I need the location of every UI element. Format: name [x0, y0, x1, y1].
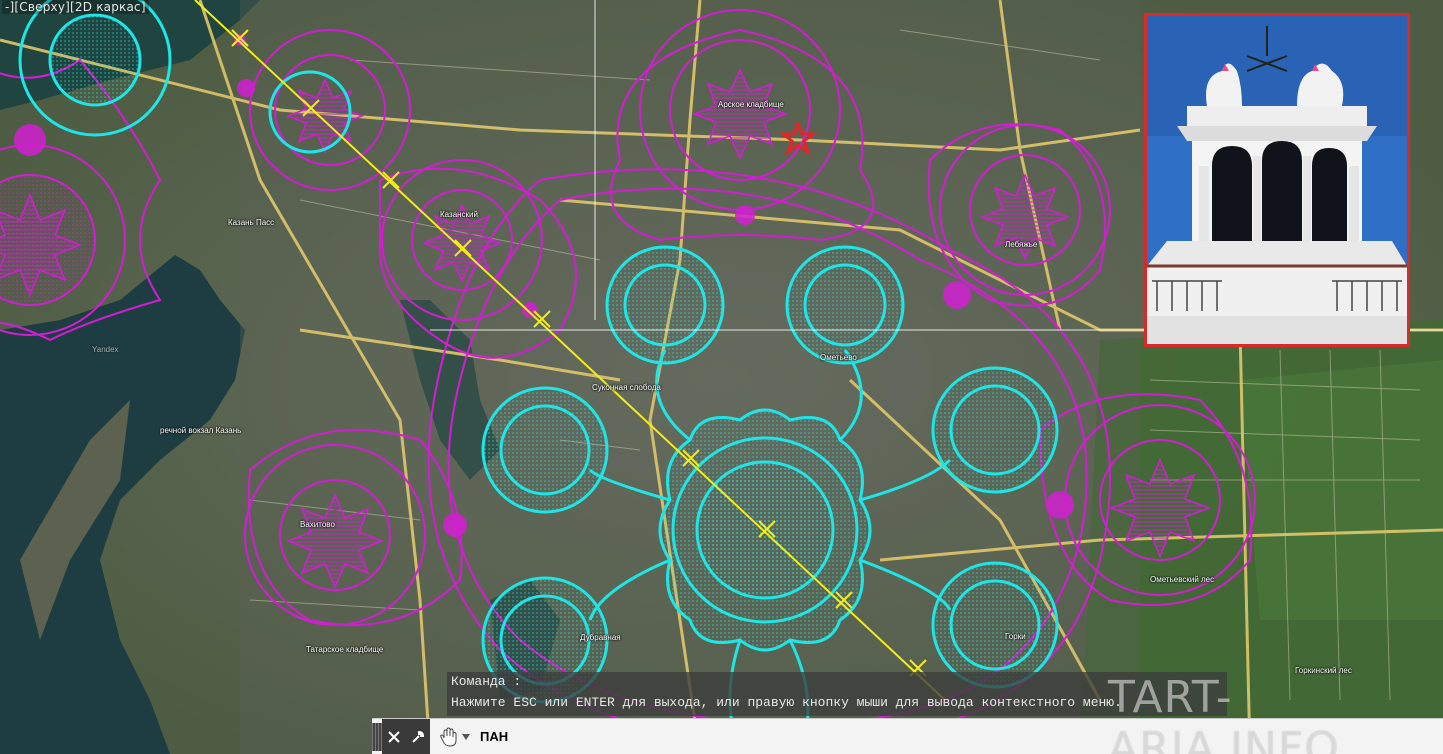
map-label: Арское кладбище [718, 100, 784, 109]
map-label: Горки [1005, 632, 1026, 641]
forest-area [1240, 360, 1443, 620]
map-label: Казанский [440, 210, 478, 219]
map-label: Ометьево [820, 353, 857, 362]
map-label: Ометьевский лес [1150, 575, 1215, 584]
command-history-title: Команда : [451, 674, 522, 689]
map-label: Вахитово [300, 520, 335, 529]
map-label: Лебяжье [1005, 240, 1038, 249]
close-icon [388, 730, 400, 743]
wrench-icon [412, 730, 425, 743]
tower-photo [1147, 16, 1407, 344]
map-label: Дубравная [580, 633, 621, 642]
map-label: Суконная слобода [592, 383, 661, 392]
map-label: Татарское кладбище [306, 645, 384, 654]
map-label: речной вокзал Казань [160, 426, 242, 435]
close-command-button[interactable] [382, 718, 406, 754]
tower-photo-inset [1144, 13, 1410, 347]
command-input[interactable]: ПАН [480, 729, 508, 744]
command-pan-dropdown[interactable]: ПАН [430, 726, 508, 748]
viewport-label[interactable]: -][Сверху][2D каркас] [2, 0, 149, 14]
map-label: Yandex [92, 345, 119, 354]
chevron-down-icon [462, 733, 470, 740]
watermark: TART-ARIA.INFO [1108, 672, 1340, 754]
customize-command-button[interactable] [406, 718, 430, 754]
command-line-grip-handle[interactable] [372, 722, 382, 751]
command-history-line: Нажмите ESC или ENTER для выхода, или пр… [451, 695, 1122, 710]
pan-hand-icon [440, 726, 457, 747]
map-label: Казань Пасс [228, 218, 275, 227]
cad-viewport[interactable]: -][Сверху][2D каркас] Казань Пасс речной… [0, 0, 1443, 754]
